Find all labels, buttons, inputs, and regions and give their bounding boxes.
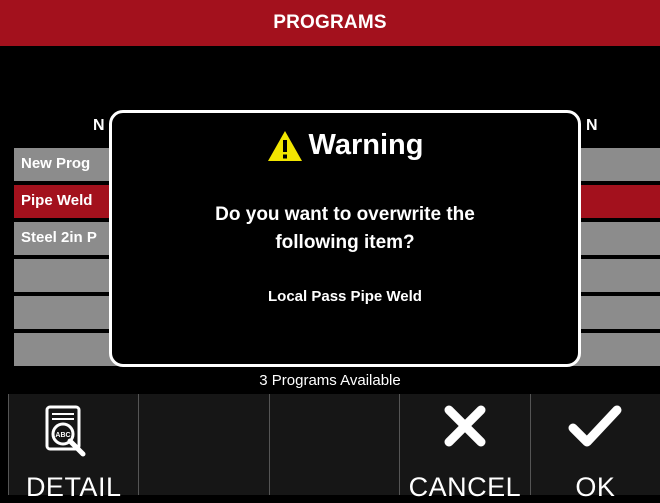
program-row-label: New Prog — [21, 155, 91, 172]
column-header-right: N — [586, 117, 598, 134]
dialog-item-name: Local Pass Pipe Weld — [268, 288, 422, 305]
dialog-message-line1: Do you want to overwrite the — [215, 204, 475, 225]
programs-count-status: 3 Programs Available — [259, 372, 401, 389]
svg-text:ABC: ABC — [55, 432, 70, 439]
dialog-message: Do you want to overwrite the following i… — [132, 201, 558, 257]
ok-button[interactable]: OK — [529, 394, 660, 502]
detail-button-label: DETAIL — [25, 472, 122, 502]
dialog-title: Warning — [308, 129, 424, 161]
toolbar-slot-empty — [268, 394, 400, 495]
detail-button[interactable]: ABC DETAIL — [8, 394, 139, 502]
cancel-button[interactable]: CANCEL — [399, 394, 530, 502]
warning-icon — [267, 130, 302, 161]
dialog-message-line2: following item? — [275, 232, 415, 253]
dialog-title-bar: Warning — [112, 129, 578, 162]
program-row-label: Pipe Weld — [21, 192, 93, 209]
warning-dialog: Warning Do you want to overwrite the fol… — [109, 110, 581, 367]
column-header-name: N — [93, 117, 105, 134]
cancel-button-label: CANCEL — [408, 472, 522, 502]
page-title: PROGRAMS — [273, 12, 387, 33]
title-bar: PROGRAMS — [0, 0, 660, 46]
x-icon — [444, 405, 486, 447]
program-row-label: Steel 2in P — [21, 229, 97, 246]
document-search-icon: ABC — [45, 405, 86, 457]
ok-button-label: OK — [575, 472, 616, 502]
checkmark-icon — [568, 405, 622, 447]
bottom-toolbar: ABC DETAIL CANCEL OK — [8, 394, 660, 502]
toolbar-slot-empty — [138, 394, 269, 495]
